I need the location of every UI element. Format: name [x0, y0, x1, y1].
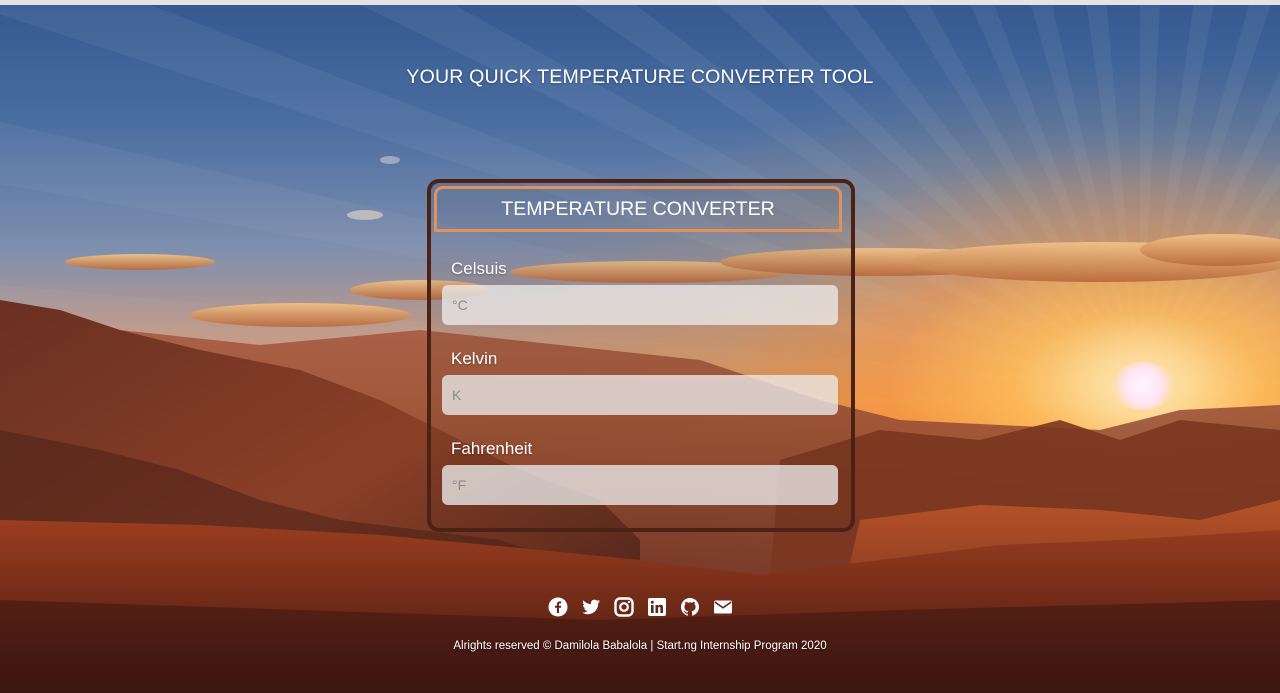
converter-card: TEMPERATURE CONVERTER Celsuis Kelvin Fah…	[427, 179, 855, 532]
envelope-icon[interactable]	[712, 596, 733, 617]
fahrenheit-label: Fahrenheit	[451, 439, 533, 458]
twitter-icon[interactable]	[580, 596, 601, 617]
page-heading: YOUR QUICK TEMPERATURE CONVERTER TOOL	[406, 66, 874, 88]
celsius-input[interactable]	[442, 285, 838, 325]
kelvin-label: Kelvin	[451, 349, 498, 368]
browser-top-strip	[0, 0, 1280, 5]
celsius-label: Celsuis	[451, 259, 507, 278]
social-links	[0, 596, 1280, 617]
linkedin-icon[interactable]	[646, 596, 667, 617]
instagram-icon[interactable]	[613, 596, 634, 617]
github-icon[interactable]	[679, 596, 700, 617]
copyright-text: Alrights reserved © Damilola Babalola | …	[453, 640, 827, 652]
converter-title: TEMPERATURE CONVERTER	[434, 186, 842, 232]
fahrenheit-input[interactable]	[442, 465, 838, 505]
kelvin-input[interactable]	[442, 375, 838, 415]
facebook-icon[interactable]	[547, 596, 568, 617]
